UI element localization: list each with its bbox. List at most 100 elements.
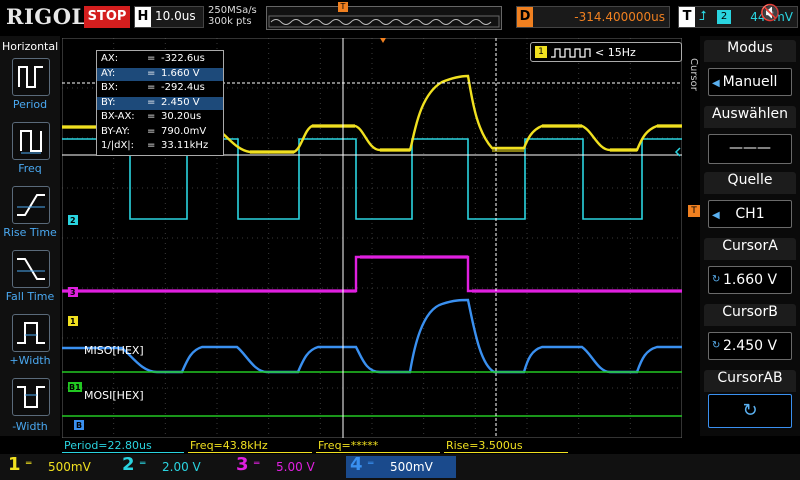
cursor-a-field[interactable]: ↻ 1.660 V: [708, 266, 792, 294]
trigger-level-marker: T: [688, 205, 700, 217]
delay-label: D: [517, 7, 533, 27]
cursor-ab-button[interactable]: ↻: [708, 394, 792, 428]
left-arrow-icon: ◀: [712, 78, 720, 89]
brand-logo: RIGOL: [6, 4, 87, 29]
measurement-item[interactable]: Period=22.80us: [62, 439, 184, 453]
mosi-label: MOSI[HEX]: [84, 389, 144, 402]
freq-icon: [20, 130, 42, 154]
cursor-readout-row: 1/|dX|: = 33.11kHz: [97, 140, 223, 153]
source-header: Quelle: [704, 172, 796, 194]
dc-coupling-icon: ═: [140, 459, 146, 469]
measurement-item[interactable]: Rise=3.500us: [444, 439, 568, 453]
readout-equals: =: [147, 125, 156, 137]
period-label: Period: [12, 98, 48, 111]
menu-side-title: Cursor: [688, 58, 699, 91]
cursor-readout-panel: AX: = -322.6us AY: = 1.660 V BX: = -292.4us BY: = 2…: [96, 50, 224, 156]
knob-icon: ↻: [712, 274, 721, 285]
rise-time-button[interactable]: [12, 186, 50, 224]
channel-3-status[interactable]: 3 ═ 5.00 V: [232, 454, 342, 478]
miso-label: MISO[HEX]: [84, 344, 144, 357]
readout-key: BX:: [101, 82, 119, 93]
channel-bar: 1 ═ 500mV 2 ═ 2.00 V 3 ═ 5.00 V 4 ═ 500mV: [0, 454, 800, 480]
readout-key: AX:: [101, 53, 119, 64]
period-button[interactable]: [12, 58, 50, 96]
mode-selector[interactable]: ◀ Manuell: [708, 68, 792, 96]
select-field[interactable]: ———: [708, 134, 792, 164]
svg-text:3: 3: [70, 288, 76, 297]
negative-width-icon: [17, 386, 45, 408]
run-stop-indicator[interactable]: STOP: [84, 6, 130, 28]
channel-number: 3: [236, 454, 249, 475]
readout-key: 1/|dX|:: [101, 140, 135, 151]
svg-text:B: B: [76, 421, 82, 430]
readout-equals: =: [147, 96, 156, 108]
fall-time-button[interactable]: [12, 250, 50, 288]
cursor-readout-row: BY-AY: = 790.0mV: [97, 126, 223, 139]
measurement-item[interactable]: Freq=*****: [316, 439, 440, 453]
svg-text:B1: B1: [69, 383, 81, 392]
svg-text:1: 1: [70, 317, 76, 326]
measurement-bar: Period=22.80us Freq=43.8kHz Freq=***** Rise…: [62, 438, 682, 454]
knob-icon: ↻: [712, 340, 721, 351]
cursor-readout-row: BY: = 2.450 V: [97, 96, 223, 110]
positive-width-button[interactable]: [12, 314, 50, 352]
channel-1-status[interactable]: 1 ═ 500mV: [4, 454, 114, 478]
memory-overview-waveform: [268, 15, 500, 28]
source-selector[interactable]: ◀ CH1: [708, 200, 792, 228]
negative-width-button[interactable]: [12, 378, 50, 416]
channel-scale: 5.00 V: [276, 460, 315, 474]
channel-number: 4: [350, 454, 363, 475]
speaker-mute-icon[interactable]: 🔇: [760, 3, 780, 22]
select-header: Auswählen: [704, 106, 796, 128]
pulse-train-icon: [551, 48, 591, 58]
horizontal-measure-panel: Horizontal Period Freq Rise Time Fall Ti…: [0, 36, 60, 436]
readout-value: -322.6us: [161, 53, 205, 64]
readout-equals: =: [147, 82, 156, 93]
frequency-counter: 1 < 15Hz: [530, 42, 682, 62]
memory-depth: 300k pts: [208, 16, 252, 27]
delay-value: -314.400000us: [574, 10, 665, 24]
readout-value: 1.660 V: [161, 67, 200, 79]
fall-time-label: Fall Time: [5, 290, 55, 303]
cursor-b-header: CursorB: [704, 304, 796, 326]
memory-overview-bar[interactable]: [266, 6, 502, 30]
timebase-value: 10.0us: [155, 9, 196, 23]
rise-time-label: Rise Time: [3, 226, 57, 239]
channel-2-status[interactable]: 2 ═ 2.00 V: [118, 454, 228, 478]
acquisition-info: 250MSa/s 300k pts: [208, 5, 257, 27]
readout-equals: =: [147, 111, 156, 122]
readout-key: BY-AY:: [101, 125, 130, 137]
cursor-readout-row: AY: = 1.660 V: [97, 67, 223, 81]
channel-4-status[interactable]: 4 ═ 500mV: [346, 454, 456, 478]
readout-key: AY:: [101, 67, 116, 79]
cursor-ab-header: CursorAB: [704, 370, 796, 392]
refresh-icon: ↻: [742, 400, 758, 421]
counter-value: < 15Hz: [595, 46, 636, 59]
readout-value: 33.11kHz: [161, 140, 209, 151]
readout-equals: =: [147, 140, 156, 151]
mode-header: Modus: [704, 40, 796, 62]
measurement-item[interactable]: Freq=43.8kHz: [188, 439, 312, 453]
channel-scale: 500mV: [390, 460, 433, 474]
positive-width-label: +Width: [9, 354, 51, 367]
positive-width-icon: [17, 322, 45, 344]
channel-scale: 500mV: [48, 460, 91, 474]
delay-box[interactable]: D -314.400000us: [516, 6, 670, 28]
cursor-readout-row: BX-AX: = 30.20us: [97, 111, 223, 124]
sample-rate: 250MSa/s: [208, 5, 257, 16]
rise-time-icon: [17, 194, 45, 216]
trigger-box[interactable]: T ⮥ 2 440mV: [678, 6, 798, 28]
channel-number: 2: [122, 454, 135, 475]
cursor-b-field[interactable]: ↻ 2.450 V: [708, 332, 792, 360]
fall-time-icon: [17, 258, 45, 280]
cursor-readout-row: AX: = -322.6us: [97, 53, 223, 66]
readout-key: BY:: [101, 96, 116, 108]
top-status-bar: RIGOL STOP H 10.0us 250MSa/s 300k pts T …: [0, 0, 800, 36]
timebase-box[interactable]: H 10.0us: [134, 6, 204, 28]
readout-key: BX-AX:: [101, 111, 135, 122]
cursor-readout-row: BX: = -292.4us: [97, 82, 223, 95]
readout-value: 790.0mV: [161, 125, 207, 137]
channel-scale: 2.00 V: [162, 460, 201, 474]
freq-button[interactable]: [12, 122, 50, 160]
dc-coupling-icon: ═: [254, 459, 260, 469]
